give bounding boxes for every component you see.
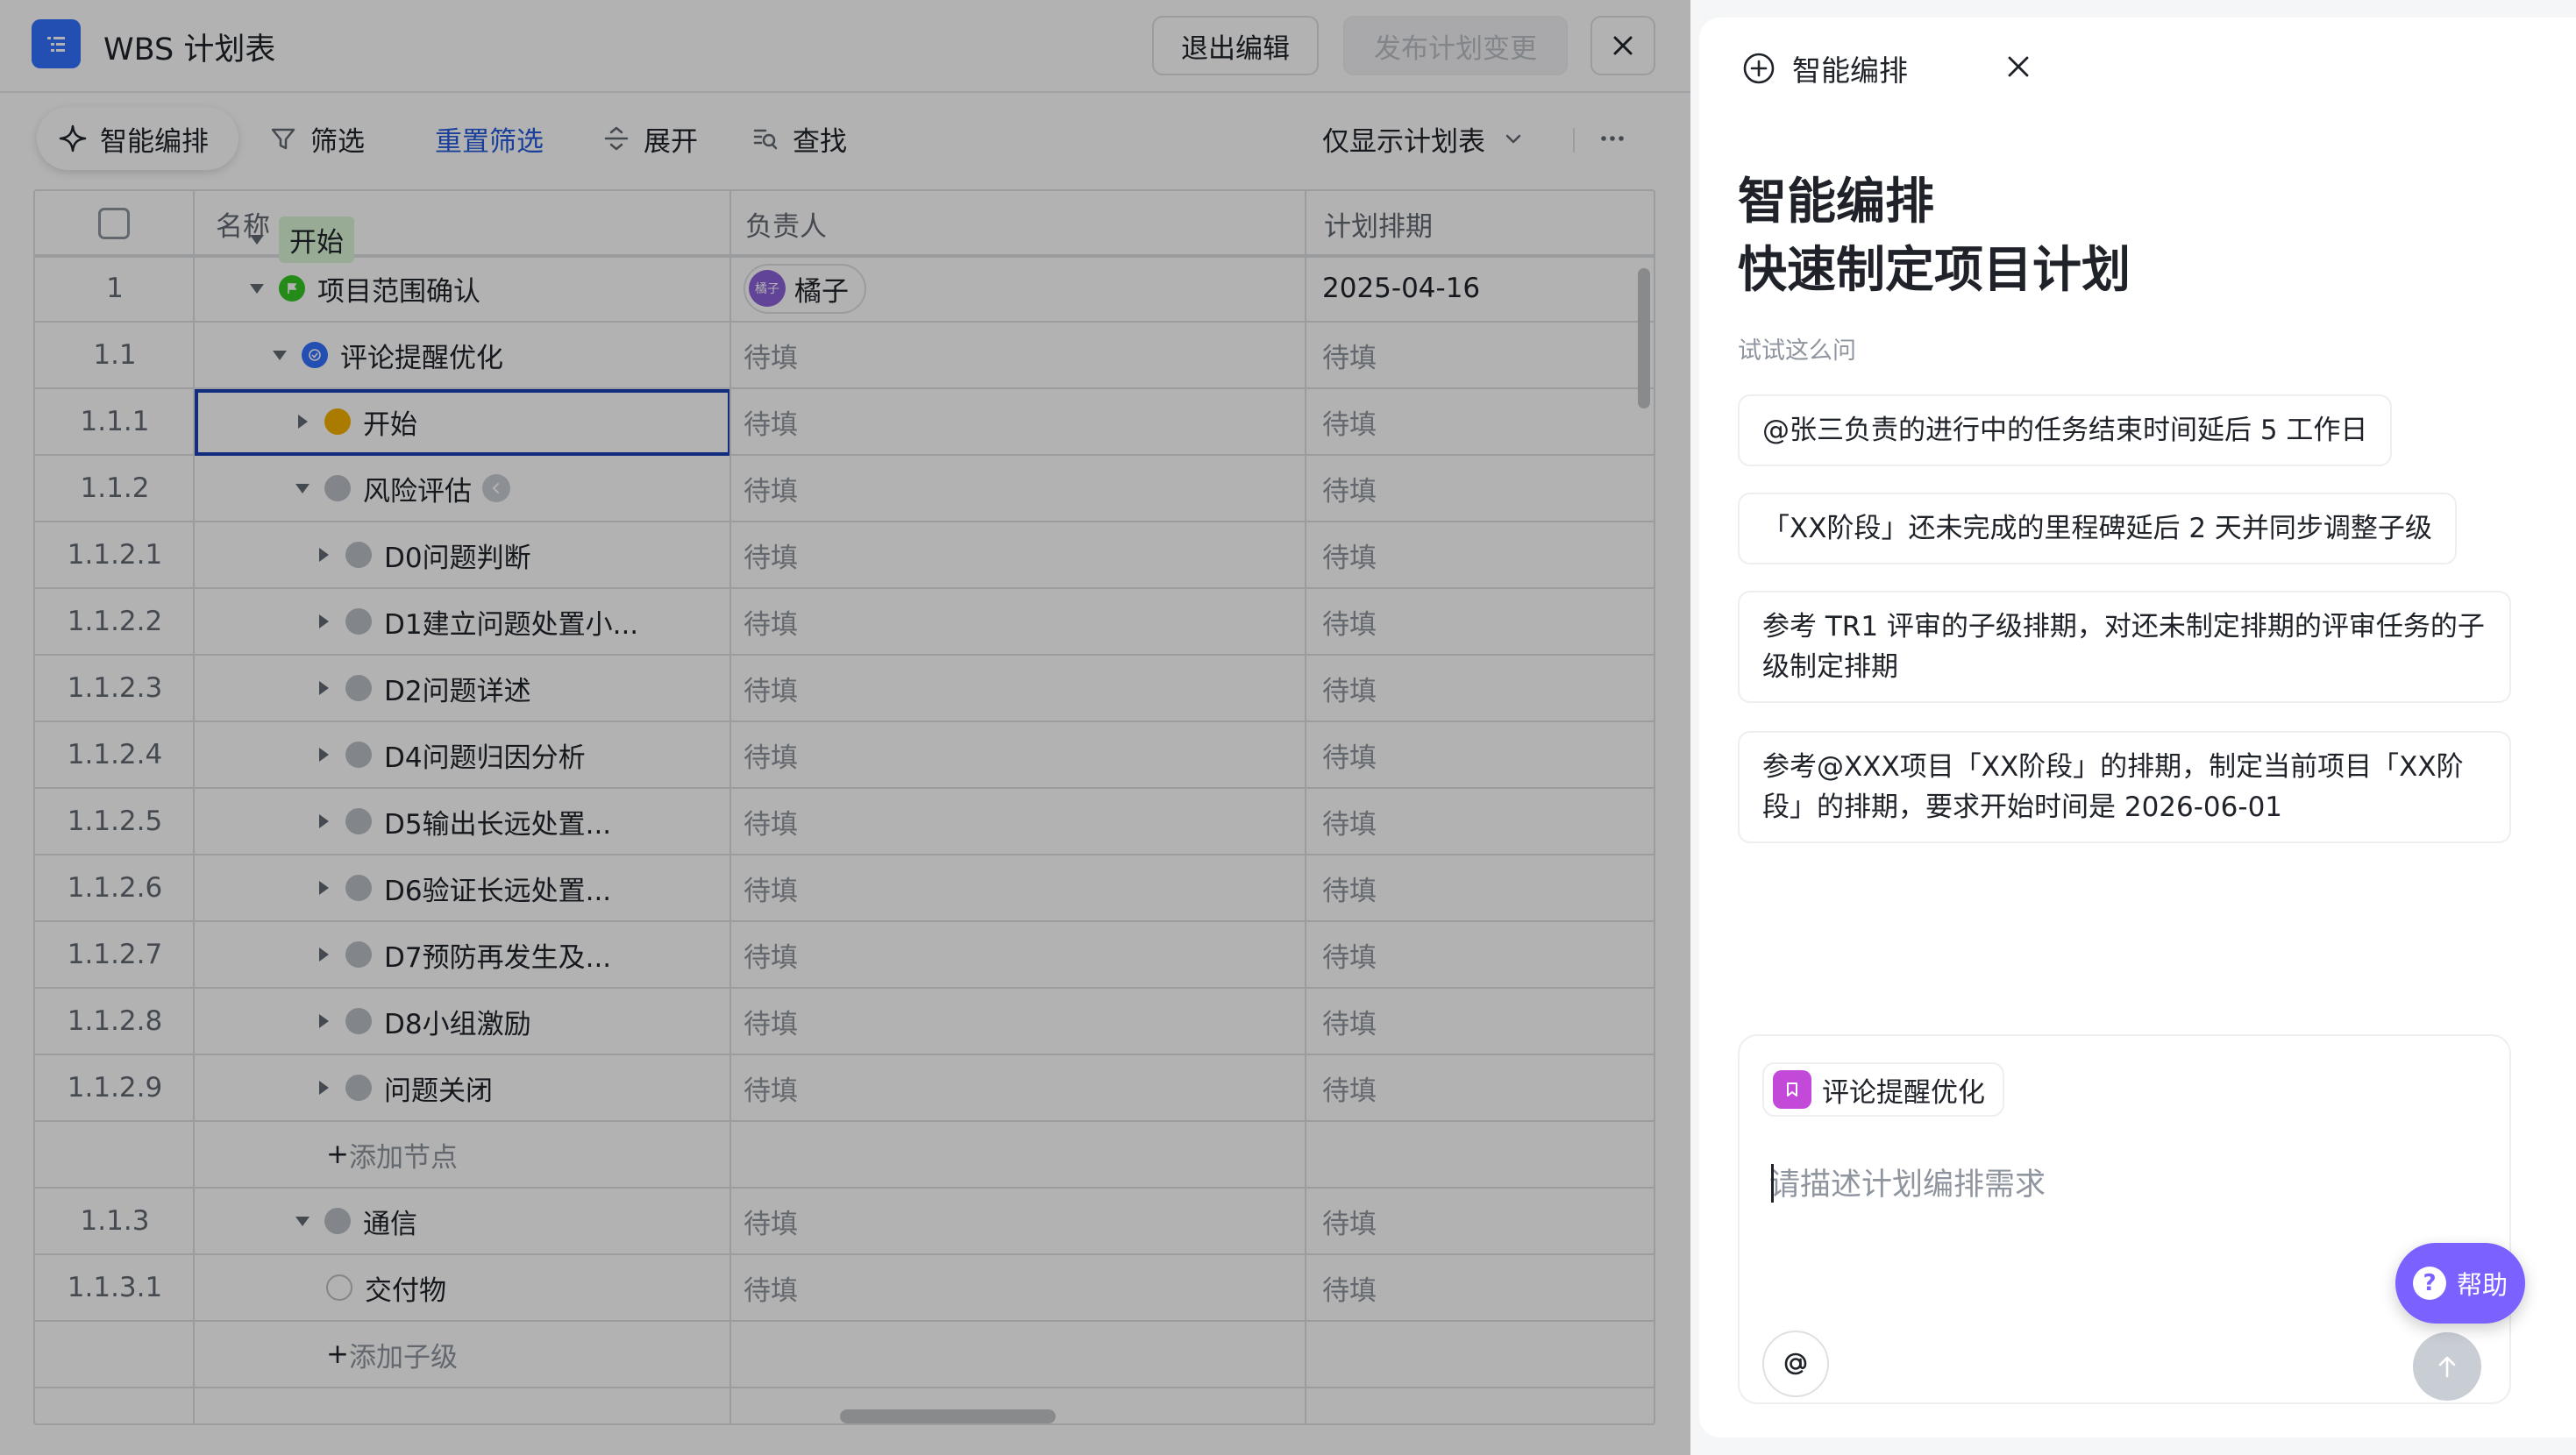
- suggestion-item[interactable]: 「XX阶段」还未完成的里程碑延后 2 天并同步调整子级: [1738, 493, 2457, 564]
- panel-title-line2: 快速制定项目计划: [1738, 242, 2131, 299]
- panel-title: 智能编排 快速制定项目计划: [1738, 168, 2131, 305]
- context-chip-label: 评论提醒优化: [1822, 1076, 1985, 1109]
- suggestion-item[interactable]: @张三负责的进行中的任务结束时间延后 5 工作日: [1738, 394, 2393, 466]
- suggestion-item[interactable]: 参考@XXX项目「XX阶段」的排期，制定当前项目「XX阶段」的排期，要求开始时间…: [1738, 731, 2511, 843]
- panel-header-title: 智能编排: [1792, 53, 1908, 88]
- wbs-app: WBS 计划表 退出编辑 发布计划变更 智能编排 筛选 重置筛选 展开 查找 仅…: [0, 0, 1690, 1455]
- context-chip[interactable]: 评论提醒优化: [1762, 1062, 2004, 1117]
- prompt-composer: 评论提醒优化: [1738, 1034, 2511, 1404]
- suggestion-item[interactable]: 参考 TR1 评审的子级排期，对还未制定排期的评审任务的子级制定排期: [1738, 591, 2511, 703]
- help-button[interactable]: ? 帮助: [2395, 1243, 2525, 1324]
- text-caret: [1771, 1164, 1774, 1203]
- at-icon: [1784, 1352, 1807, 1375]
- smart-arrange-panel: 智能编排 智能编排 快速制定项目计划 试试这么问 @张三负责的进行中的任务结束时…: [1699, 18, 2576, 1437]
- mention-button[interactable]: [1762, 1331, 1829, 1397]
- arrow-up-icon: [2438, 1356, 2456, 1378]
- modal-overlay[interactable]: [0, 0, 1690, 1455]
- prompt-input[interactable]: [1769, 1159, 2488, 1211]
- bookmark-icon: [1773, 1070, 1811, 1109]
- question-icon: ?: [2412, 1267, 2446, 1300]
- panel-title-line1: 智能编排: [1738, 174, 1934, 231]
- send-button[interactable]: [2413, 1332, 2481, 1401]
- panel-header: 智能编排: [1741, 47, 1908, 89]
- panel-close-icon[interactable]: [2003, 51, 2034, 82]
- suggestion-hint: 试试这么问: [1738, 337, 1856, 365]
- plus-circle-icon[interactable]: [1741, 51, 1776, 86]
- help-label: 帮助: [2456, 1270, 2508, 1300]
